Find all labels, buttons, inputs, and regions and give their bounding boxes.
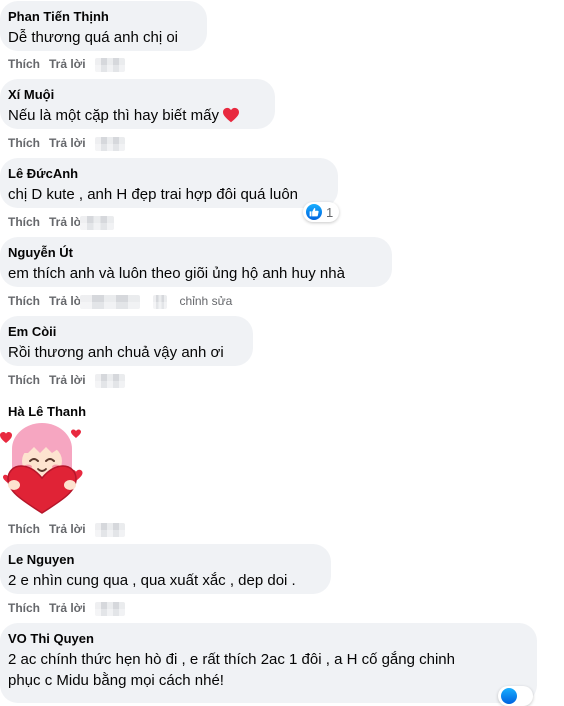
comment-actions: Thích Trả lời [8, 372, 134, 388]
comment-actions: Thích Trả lời [8, 135, 134, 151]
comment-bubble: Xí Muội Nếu là một cặp thì hay biết mấy [0, 79, 275, 129]
blurred-timestamp [79, 215, 114, 230]
comment-text: chị D kute , anh H đẹp trai hợp đôi quá … [8, 186, 299, 203]
like-button[interactable]: Thích [8, 373, 40, 387]
like-button[interactable]: Thích [8, 57, 40, 71]
like-button[interactable]: Thích [8, 136, 40, 150]
blurred-timestamp [94, 57, 125, 72]
comment-bubble: Phan Tiến Thịnh Dễ thương quá anh chị oi [0, 1, 207, 51]
comment-author[interactable]: Le Nguyen [8, 552, 319, 568]
comment-bubble: VO Thi Quyen 2 ac chính thức hẹn hò đi ,… [0, 623, 537, 703]
like-button[interactable]: Thích [8, 294, 40, 308]
reply-button[interactable]: Trả lời [49, 136, 86, 150]
reply-button[interactable]: Trả lời [49, 522, 86, 536]
comment-bubble: Nguyễn Út em thích anh và luôn theo giõi… [0, 237, 392, 287]
comment-actions: Thích Trả lời [8, 600, 134, 616]
comment-author[interactable]: Lê ĐứcAnh [8, 166, 326, 182]
blurred-timestamp [94, 373, 125, 388]
comment-author[interactable]: Xí Muội [8, 87, 263, 103]
like-button[interactable]: Thích [8, 522, 40, 536]
like-icon [501, 688, 517, 704]
comment-text: Dễ thương quá anh chị oi [8, 29, 178, 46]
comment-text: em thích anh và luôn theo giõi ủng hộ an… [8, 265, 345, 282]
comment-author[interactable]: Hà Lê Thanh [8, 404, 86, 420]
comment-actions: Thích Trả lời [8, 214, 123, 230]
reply-button[interactable]: Trả lời [49, 601, 86, 615]
reaction-summary[interactable] [498, 686, 533, 706]
comment-actions: Thích Trả lời [8, 56, 134, 72]
blurred-timestamp [79, 294, 140, 309]
comment-text: Nếu là một cặp thì hay biết mấy [8, 105, 263, 129]
girl-hugging-heart-sticker[interactable] [0, 423, 86, 515]
reaction-count: 1 [326, 204, 334, 220]
blurred-timestamp [94, 136, 125, 151]
comment-actions: Thích Trả lời chỉnh sửa [8, 293, 241, 309]
comment-text-line: 2 ac chính thức hẹn hò đi , e rất thích … [8, 651, 455, 668]
reply-button[interactable]: Trả lời [49, 373, 86, 387]
blurred-timestamp [94, 601, 125, 616]
blurred-timestamp [94, 522, 125, 537]
comment-bubble: Le Nguyen 2 e nhìn cung qua , qua xuất x… [0, 544, 331, 594]
comment-author[interactable]: Nguyễn Út [8, 245, 380, 261]
comment-text: Rồi thương anh chuả vậy anh ơi [8, 344, 224, 361]
comment-text-line: phục c Midu bằng mọi cách nhé! [8, 672, 224, 689]
comment-author[interactable]: Phan Tiến Thịnh [8, 9, 195, 25]
blurred-timestamp [152, 294, 167, 309]
comment-author[interactable]: VO Thi Quyen [8, 631, 525, 647]
comment-text-content: Nếu là một cặp thì hay biết mấy [8, 107, 219, 124]
comment-bubble: Em Còii Rồi thương anh chuả vậy anh ơi [0, 316, 253, 366]
comment-text: 2 ac chính thức hẹn hò đi , e rất thích … [8, 649, 525, 691]
red-heart-icon [222, 107, 240, 129]
reaction-summary[interactable]: 1 [303, 202, 340, 222]
edited-label: chỉnh sửa [179, 294, 233, 308]
comment-author[interactable]: Em Còii [8, 324, 241, 340]
like-icon [306, 204, 322, 220]
reply-button[interactable]: Trả lời [49, 57, 86, 71]
comment-text: 2 e nhìn cung qua , qua xuất xắc , dep d… [8, 572, 296, 589]
comment-bubble: Lê ĐứcAnh chị D kute , anh H đẹp trai hợ… [0, 158, 338, 208]
like-button[interactable]: Thích [8, 601, 40, 615]
like-button[interactable]: Thích [8, 215, 40, 229]
comment-actions: Thích Trả lời [8, 521, 134, 537]
